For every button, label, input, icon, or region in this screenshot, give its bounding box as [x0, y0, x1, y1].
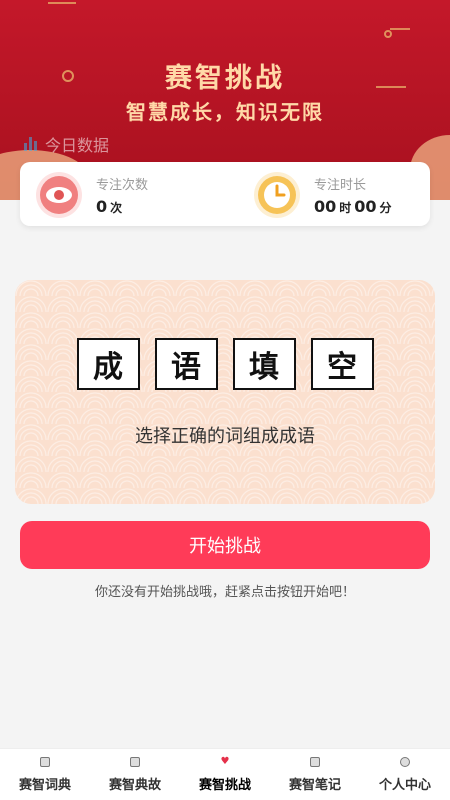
- idiom-characters: 成 语 填 空: [15, 338, 435, 390]
- challenge-icon: ♥: [220, 756, 230, 767]
- char-box: 填: [232, 338, 296, 390]
- dictionary-icon: [40, 757, 50, 767]
- decoration: [390, 28, 410, 30]
- today-data-label: 今日数据: [24, 132, 109, 156]
- focus-count-stat: 专注次数 0次: [36, 172, 148, 218]
- tab-profile[interactable]: 个人中心: [360, 749, 450, 800]
- stat-value: 00 时 00 分: [314, 197, 392, 216]
- tab-label: 赛智词典: [18, 778, 71, 793]
- notes-icon: [310, 757, 320, 767]
- tab-dictionary[interactable]: 赛智词典: [0, 749, 90, 800]
- page-subtitle: 智慧成长，知识无限: [126, 100, 324, 124]
- story-icon: [130, 757, 140, 767]
- stat-label: 专注时长: [314, 178, 367, 193]
- bottom-tab-bar: 赛智词典 赛智典故 ♥ 赛智挑战 赛智笔记 个人中心: [0, 748, 450, 800]
- stats-card: 专注次数 0次 专注时长 00 时 00 分: [20, 162, 430, 226]
- char-box: 成: [76, 338, 140, 390]
- tab-label: 赛智挑战: [198, 778, 251, 793]
- focus-duration-stat: 专注时长 00 时 00 分: [254, 172, 395, 218]
- game-description: 选择正确的词组成成语: [135, 426, 315, 447]
- tab-challenge[interactable]: ♥ 赛智挑战: [180, 749, 270, 800]
- stat-label: 专注次数: [96, 178, 149, 193]
- decoration: [384, 30, 392, 38]
- today-data-text: 今日数据: [45, 136, 110, 155]
- decoration: [48, 2, 76, 4]
- clock-icon: [254, 172, 300, 218]
- start-challenge-button[interactable]: 开始挑战: [20, 521, 430, 569]
- char-box: 语: [154, 338, 218, 390]
- stat-value: 0次: [96, 197, 123, 216]
- hint-text: 你还没有开始挑战哦，赶紧点击按钮开始吧！: [94, 585, 355, 600]
- tab-label: 赛智典故: [108, 778, 161, 793]
- tab-label: 个人中心: [378, 778, 431, 793]
- char-box: 空: [310, 338, 374, 390]
- tab-story[interactable]: 赛智典故: [90, 749, 180, 800]
- tab-notes[interactable]: 赛智笔记: [270, 749, 360, 800]
- profile-icon: [400, 757, 410, 767]
- tab-label: 赛智笔记: [288, 778, 341, 793]
- page-title: 赛智挑战: [165, 63, 285, 94]
- bar-chart-icon: [24, 137, 37, 151]
- idiom-game-panel: 成 语 填 空 选择正确的词组成成语: [15, 280, 435, 504]
- eye-icon: [36, 172, 82, 218]
